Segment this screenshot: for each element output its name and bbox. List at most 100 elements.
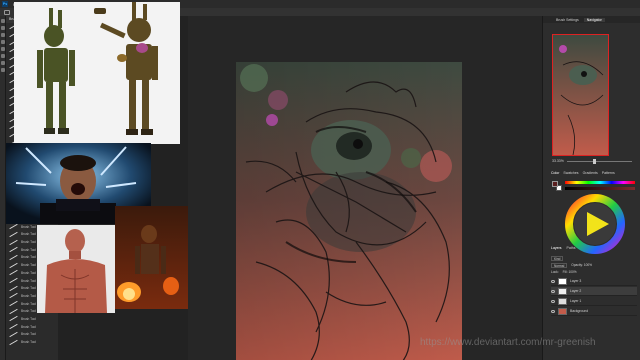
visibility-eye-icon[interactable] <box>551 279 555 283</box>
layer-name: Layer 1 <box>570 299 582 303</box>
brush-preset-label: Brush Tool <box>21 316 37 321</box>
brush-stroke-icon <box>9 264 18 267</box>
foreground-color-swatch[interactable] <box>552 181 558 187</box>
opacity-control[interactable]: Opacity: 100% <box>571 263 592 267</box>
layer-row[interactable]: Background <box>551 307 637 316</box>
brush-stroke-icon <box>9 279 18 282</box>
reference-image-animatronics[interactable] <box>14 2 180 144</box>
brush-preset-label: Brush Tool <box>21 301 37 306</box>
brush-stroke-icon <box>9 310 18 313</box>
brush-tool-icon[interactable] <box>4 9 10 15</box>
layers-tabs: Layers Paths <box>551 246 637 253</box>
move-tool-icon[interactable] <box>0 19 5 23</box>
layer-lock-row: Lock: Fill: 100% <box>551 269 637 275</box>
brightness-slider[interactable] <box>565 187 635 190</box>
brush-preset-label: Brush Tool <box>21 270 37 275</box>
navigator-tabs: Brush Settings Navigator <box>543 16 640 23</box>
brush-stroke-icon <box>9 294 18 297</box>
lasso-tool-icon[interactable] <box>0 33 5 37</box>
visibility-eye-icon[interactable] <box>551 309 555 313</box>
tab-swatches[interactable]: Swatches <box>563 171 578 178</box>
tab-color[interactable]: Color <box>551 171 559 178</box>
layer-row[interactable]: Layer 3 <box>551 277 637 286</box>
layer-thumbnail <box>558 297 567 305</box>
marquee-tool-icon[interactable] <box>0 26 5 30</box>
layer-row-selected[interactable]: Layer 2 <box>551 287 637 296</box>
watermark-url: https://www.deviantart.com/mr-greenish <box>420 337 596 348</box>
layer-thumbnail <box>558 287 567 295</box>
brush-preset-label: Brush Tool <box>21 224 37 229</box>
document-canvas[interactable] <box>236 62 462 360</box>
brush-stroke-icon <box>9 333 18 336</box>
hue-slider[interactable] <box>565 181 635 184</box>
navigator-thumbnail <box>553 35 608 155</box>
brush-stroke-icon <box>9 317 18 320</box>
color-tabs: Color Swatches Gradients Patterns <box>551 171 637 178</box>
layer-thumbnail <box>558 277 567 285</box>
brush-preset-item[interactable]: Brush Tool <box>6 331 58 339</box>
tab-gradients[interactable]: Gradients <box>583 171 598 178</box>
brush-stroke-icon <box>9 233 18 236</box>
brush-stroke-icon <box>9 325 18 328</box>
brush-stroke-icon <box>9 248 18 251</box>
reference-image-anatomy[interactable] <box>37 225 115 313</box>
eyedropper-tool-icon[interactable] <box>0 54 5 58</box>
brush-preset-item[interactable]: Brush Tool <box>6 338 58 346</box>
navigator-zoom: 33.33% <box>552 158 632 164</box>
brush-stroke-icon <box>9 241 18 244</box>
layer-filter-row: Kind <box>551 255 637 261</box>
blend-mode-select[interactable]: Normal <box>551 262 568 268</box>
brush-preset-label: Brush Tool <box>21 240 37 245</box>
eraser-tool-icon[interactable] <box>0 47 5 51</box>
brush-tool-icon[interactable] <box>0 40 5 44</box>
color-swatches <box>552 181 562 191</box>
right-panels: Brush Settings Navigator 33.33% Color Sw… <box>542 16 640 360</box>
brush-preset-label: Brush Tool <box>21 286 37 291</box>
tab-paths[interactable]: Paths <box>567 246 576 253</box>
photoshop-window: Ps File Edit Image Layer Type Select Fil… <box>0 0 640 360</box>
brush-stroke-icon <box>9 302 18 305</box>
zoom-slider[interactable] <box>566 158 632 164</box>
color-wheel <box>565 194 625 254</box>
layer-thumbnail <box>558 307 567 315</box>
layer-name: Layer 2 <box>570 289 582 293</box>
hand-tool-icon[interactable] <box>0 61 5 65</box>
brush-preset-label: Brush Tool <box>21 293 37 298</box>
brush-preset-label: Brush Tool <box>21 309 37 314</box>
brush-preset-label: Brush Tool <box>21 263 37 268</box>
fill-control[interactable]: Fill: 100% <box>563 270 577 274</box>
layer-kind-filter[interactable]: Kind <box>551 255 564 261</box>
layer-blend-row: Normal Opacity: 100% <box>551 262 637 268</box>
layer-row[interactable]: Layer 1 <box>551 297 637 306</box>
reference-image-fire[interactable] <box>115 206 188 309</box>
visibility-eye-icon[interactable] <box>551 299 555 303</box>
brush-preset-label: Brush Tool <box>21 247 37 252</box>
canvas-area[interactable] <box>188 16 542 360</box>
tab-brush-settings[interactable]: Brush Settings <box>553 18 582 22</box>
brush-preset-label: Brush Tool <box>21 232 37 237</box>
tab-patterns[interactable]: Patterns <box>602 171 615 178</box>
brush-preset-item[interactable]: Brush Tool <box>6 315 58 323</box>
brush-preset-label: Brush Tool <box>21 324 37 329</box>
brush-preset-label: Brush Tool <box>21 278 37 283</box>
brush-preset-label: Brush Tool <box>21 255 37 260</box>
zoom-slider-knob[interactable] <box>592 158 596 164</box>
layer-name: Layer 3 <box>570 279 582 283</box>
color-wheel-plugin[interactable] <box>565 194 625 254</box>
zoom-tool-icon[interactable] <box>0 68 5 72</box>
visibility-eye-icon[interactable] <box>551 289 555 293</box>
brush-stroke-icon <box>9 341 18 344</box>
brush-preset-item[interactable]: Brush Tool <box>6 323 58 331</box>
brush-stroke-icon <box>9 271 18 274</box>
tab-navigator[interactable]: Navigator <box>583 17 605 22</box>
brush-stroke-icon <box>9 287 18 290</box>
animatronics-artwork <box>14 2 180 144</box>
brush-preset-label: Brush Tool <box>21 332 37 337</box>
fire-artwork <box>115 206 188 309</box>
tab-layers[interactable]: Layers <box>551 246 562 253</box>
lock-label: Lock: <box>551 270 559 274</box>
app-logo[interactable]: Ps <box>2 1 8 7</box>
brush-stroke-icon <box>9 225 18 228</box>
navigator-preview[interactable] <box>552 34 609 156</box>
anatomy-artwork <box>37 225 115 313</box>
